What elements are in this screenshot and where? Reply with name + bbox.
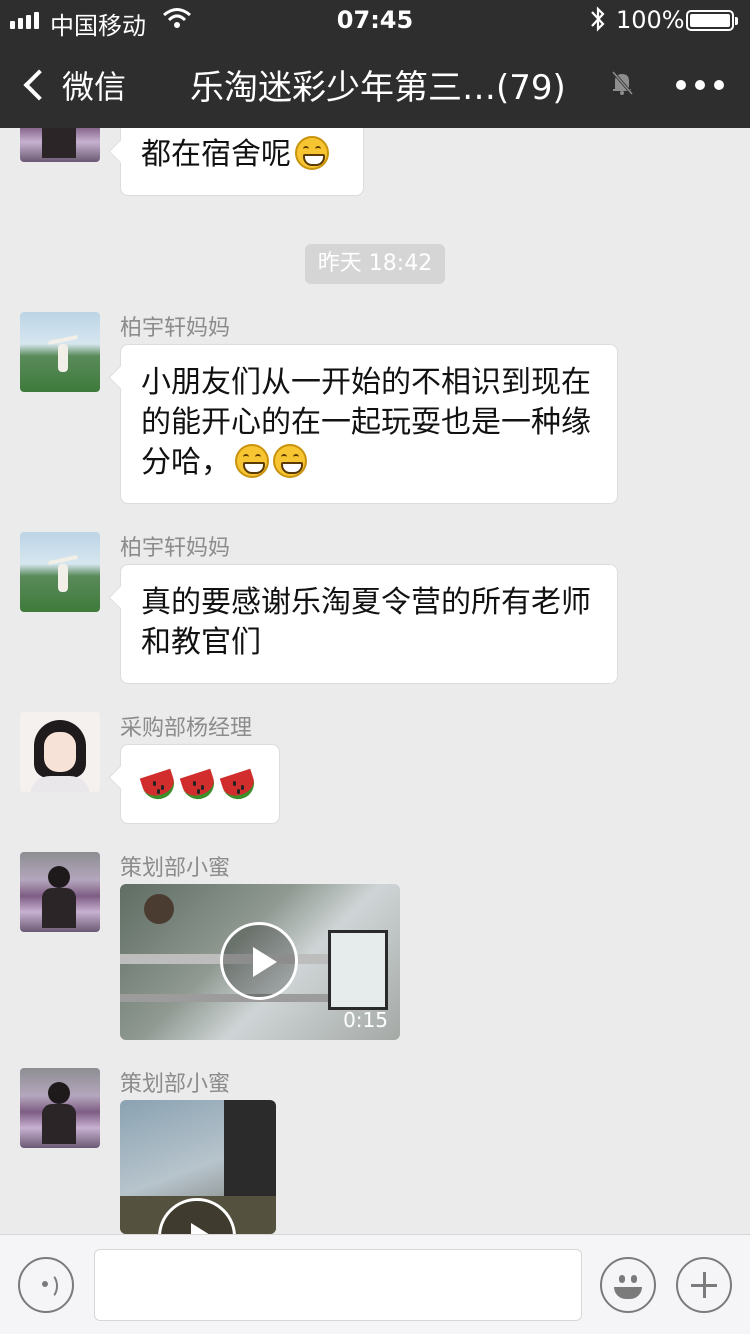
avatar[interactable] [20, 312, 100, 392]
back-button[interactable]: 微信 [22, 62, 126, 108]
muted-bell-icon [611, 71, 634, 95]
avatar[interactable] [20, 532, 100, 612]
message-text: 都在宿舍呢 [141, 137, 291, 172]
sender-name: 策划部小蜜 [120, 856, 231, 881]
avatar[interactable] [20, 712, 100, 792]
bluetooth-icon [591, 6, 605, 32]
input-bar [0, 1234, 750, 1334]
message-bubble[interactable] [120, 744, 280, 824]
back-label: 微信 [62, 68, 127, 106]
chat-list[interactable]: 都在宿舍呢 昨天 18:42 柏宇轩妈妈 小朋友们从一开始的不相识到现在的能开心… [0, 128, 750, 1234]
chat-title: 乐淘迷彩少年第三…(79) [190, 68, 566, 108]
watermelon-emoji-icon [179, 765, 219, 804]
voice-icon[interactable] [18, 1257, 74, 1313]
sender-name: 柏宇轩妈妈 [120, 536, 231, 561]
timestamp: 昨天 18:42 [305, 244, 445, 284]
sender-name: 采购部杨经理 [120, 716, 253, 741]
message-text: 小朋友们从一开始的不相识到现在的能开心的在一起玩耍也是一种缘分哈， [141, 365, 591, 480]
top-bar: 中国移动 07:45 100% 微信 乐淘迷彩少年第三…(79) [0, 0, 750, 128]
message-bubble[interactable]: 真的要感谢乐淘夏令营的所有老师和教官们 [120, 564, 618, 684]
video-message[interactable]: 0:15 [120, 884, 400, 1040]
message-text: 真的要感谢乐淘夏令营的所有老师和教官们 [141, 585, 591, 660]
message-bubble[interactable]: 小朋友们从一开始的不相识到现在的能开心的在一起玩耍也是一种缘分哈， [120, 344, 618, 504]
plus-icon[interactable] [676, 1257, 732, 1313]
chevron-left-icon [23, 69, 55, 101]
avatar[interactable] [20, 1068, 100, 1148]
emoji-icon[interactable] [600, 1257, 656, 1313]
video-duration: 0:15 [343, 1008, 388, 1032]
navigation-bar: 微信 乐淘迷彩少年第三…(79) [0, 40, 750, 128]
grin-emoji-icon [295, 136, 329, 170]
sender-name: 策划部小蜜 [120, 1072, 231, 1097]
play-icon[interactable] [220, 922, 298, 1000]
watermelon-emoji-icon [219, 765, 259, 804]
sender-name: 柏宇轩妈妈 [120, 316, 231, 341]
grin-emoji-icon [235, 444, 269, 478]
video-message[interactable] [120, 1100, 276, 1234]
status-bar: 中国移动 07:45 100% [0, 0, 750, 40]
battery-percent: 100% [616, 6, 685, 34]
message-bubble[interactable]: 都在宿舍呢 [120, 128, 364, 196]
battery-icon [686, 10, 738, 31]
watermelon-emoji-icon [139, 765, 179, 804]
more-dots-icon[interactable] [676, 80, 724, 90]
message-input[interactable] [94, 1249, 582, 1321]
avatar[interactable] [20, 128, 100, 162]
avatar[interactable] [20, 852, 100, 932]
grin-emoji-icon [273, 444, 307, 478]
